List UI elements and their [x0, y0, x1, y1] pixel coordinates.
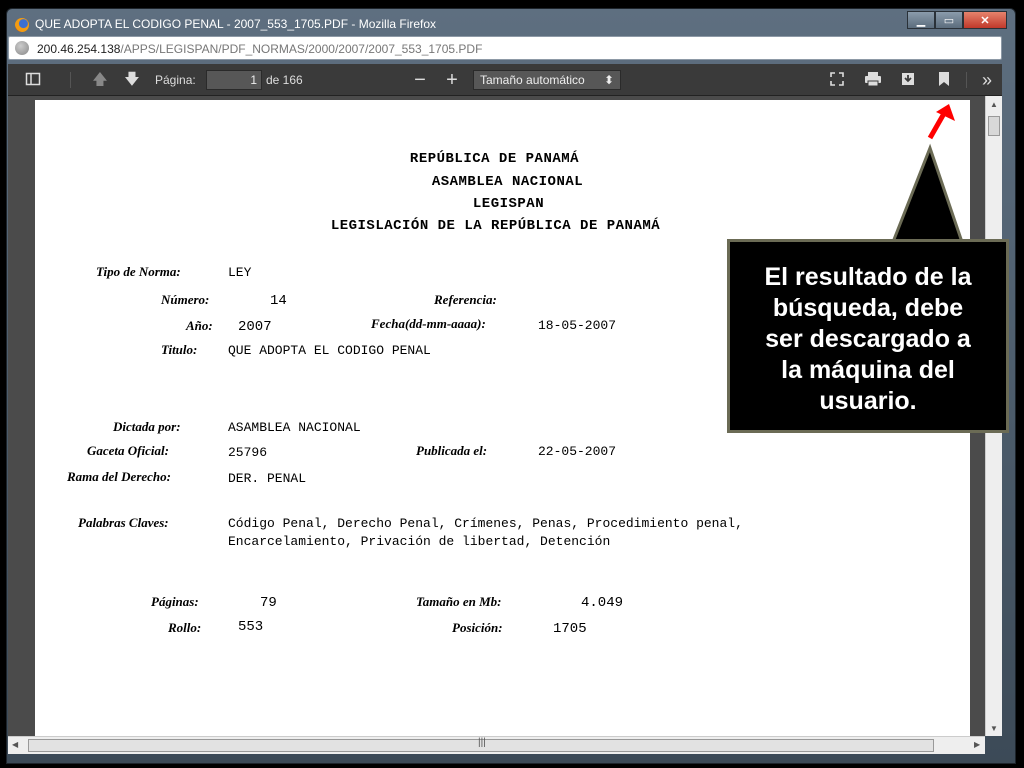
callout-line: la máquina del [781, 356, 955, 384]
callout-line: usuario. [819, 387, 917, 415]
callout-line: búsqueda, debe [772, 294, 964, 322]
callout-line: ser descargado a [765, 325, 971, 353]
callout-tail-shape [890, 143, 965, 244]
annotation-callout: El resultado de la búsqueda, debe ser de… [727, 239, 1009, 433]
callout-line: El resultado de la [764, 263, 972, 291]
